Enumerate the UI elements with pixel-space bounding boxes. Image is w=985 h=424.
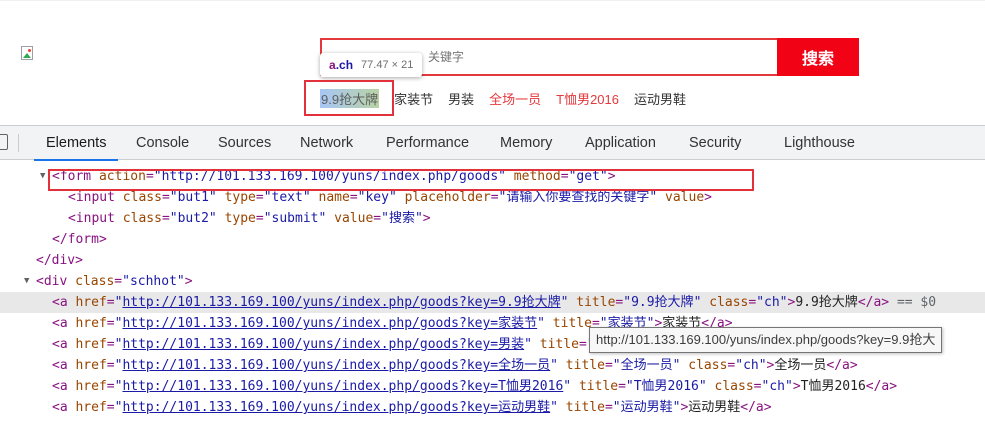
hot-link[interactable]: 男装 — [448, 89, 474, 108]
url-hover-tooltip: http://101.133.169.100/yuns/index.php/go… — [589, 327, 943, 353]
tab-performance[interactable]: Performance — [386, 126, 469, 160]
dom-row-anchor-selected[interactable]: <a href="http://101.133.169.100/yuns/ind… — [0, 292, 985, 313]
href-link[interactable]: http://101.133.169.100/yuns/index.php/go… — [122, 316, 537, 331]
tab-lighthouse[interactable]: Lighthouse — [784, 126, 855, 160]
expand-triangle-icon[interactable]: ▼ — [24, 271, 29, 292]
hot-link[interactable]: 家装节 — [394, 89, 433, 108]
tab-divider — [18, 134, 19, 152]
tab-console[interactable]: Console — [136, 126, 189, 160]
tab-security[interactable]: Security — [689, 126, 741, 160]
href-link[interactable]: http://101.133.169.100/yuns/index.php/go… — [122, 400, 550, 415]
dom-row-form-close[interactable]: </form> — [0, 229, 985, 250]
dom-row-anchor[interactable]: <a href="http://101.133.169.100/yuns/ind… — [0, 397, 985, 418]
devtools-tab-bar: Elements Console Sources Network Perform… — [0, 126, 985, 161]
href-link[interactable]: http://101.133.169.100/yuns/index.php/go… — [122, 379, 563, 394]
inspect-element-tooltip: a .ch 77.47 × 21 — [320, 53, 423, 77]
dom-row-input[interactable]: <input class="but2" type="submit" value=… — [0, 208, 985, 229]
tab-application[interactable]: Application — [585, 126, 656, 160]
tooltip-dimensions: 77.47 × 21 — [361, 59, 414, 71]
dom-row-div-close[interactable]: </div> — [0, 250, 985, 271]
elements-dom-tree: ▼ <form action="http://101.133.169.100/y… — [0, 161, 985, 424]
broken-image-icon — [20, 46, 36, 62]
hot-link[interactable]: T恤男2016 — [556, 89, 619, 108]
dom-row-div[interactable]: ▼ <div class="schhot"> — [0, 271, 985, 292]
tooltip-class: .ch — [335, 58, 354, 72]
dom-row-input[interactable]: <input class="but1" type="text" name="ke… — [0, 187, 985, 208]
hot-link[interactable]: 9.9抢大牌 — [320, 88, 380, 108]
web-page: 搜索 a.ch 77.47 × 21 9.9抢大牌 家装节 男装 全场一员 T恤… — [0, 0, 985, 125]
dom-row-anchor[interactable]: <a href="http://101.133.169.100/yuns/ind… — [0, 376, 985, 397]
tooltip-tag: a — [329, 58, 336, 72]
page-top-strip — [0, 0, 985, 8]
hot-search-links: 9.9抢大牌 家装节 男装 全场一员 T恤男2016 运动男鞋 — [320, 88, 701, 108]
dom-row-form[interactable]: ▼ <form action="http://101.133.169.100/y… — [0, 166, 985, 187]
hot-link[interactable]: 运动男鞋 — [634, 89, 686, 108]
dom-row-anchor[interactable]: <a href="http://101.133.169.100/yuns/ind… — [0, 355, 985, 376]
tab-elements[interactable]: Elements — [33, 126, 120, 161]
href-link[interactable]: http://101.133.169.100/yuns/index.php/go… — [122, 358, 550, 373]
search-button[interactable]: 搜索 — [777, 38, 859, 76]
href-link[interactable]: http://101.133.169.100/yuns/index.php/go… — [122, 295, 560, 310]
devtools-panel: Elements Console Sources Network Perform… — [0, 125, 985, 424]
tab-sources[interactable]: Sources — [218, 126, 271, 160]
href-link[interactable]: http://101.133.169.100/yuns/index.php/go… — [122, 337, 524, 352]
tab-memory[interactable]: Memory — [500, 126, 552, 160]
tab-network[interactable]: Network — [300, 126, 353, 160]
device-toolbar-icon[interactable] — [0, 134, 8, 150]
hot-link[interactable]: 全场一员 — [489, 89, 541, 108]
expand-triangle-icon[interactable]: ▼ — [40, 166, 45, 187]
